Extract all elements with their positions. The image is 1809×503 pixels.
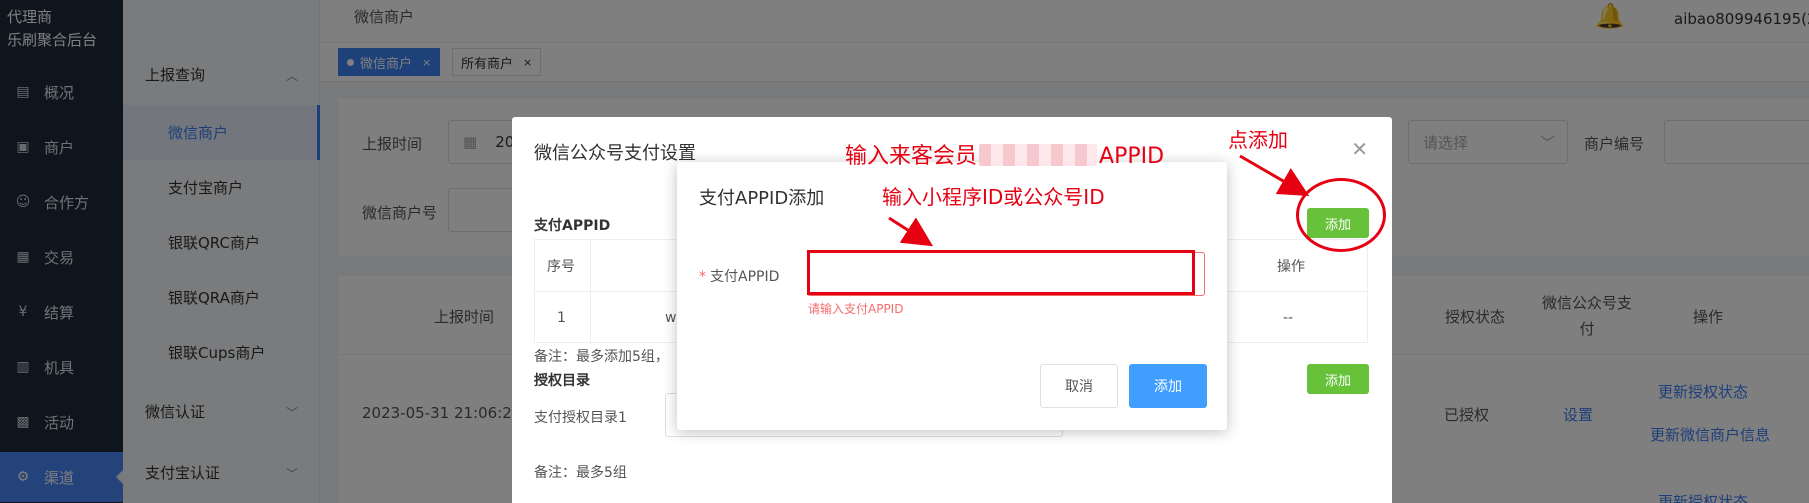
annotation-arrows (888, 154, 1310, 247)
arrow-to-input (888, 216, 934, 247)
arrow-to-add (1239, 154, 1310, 197)
